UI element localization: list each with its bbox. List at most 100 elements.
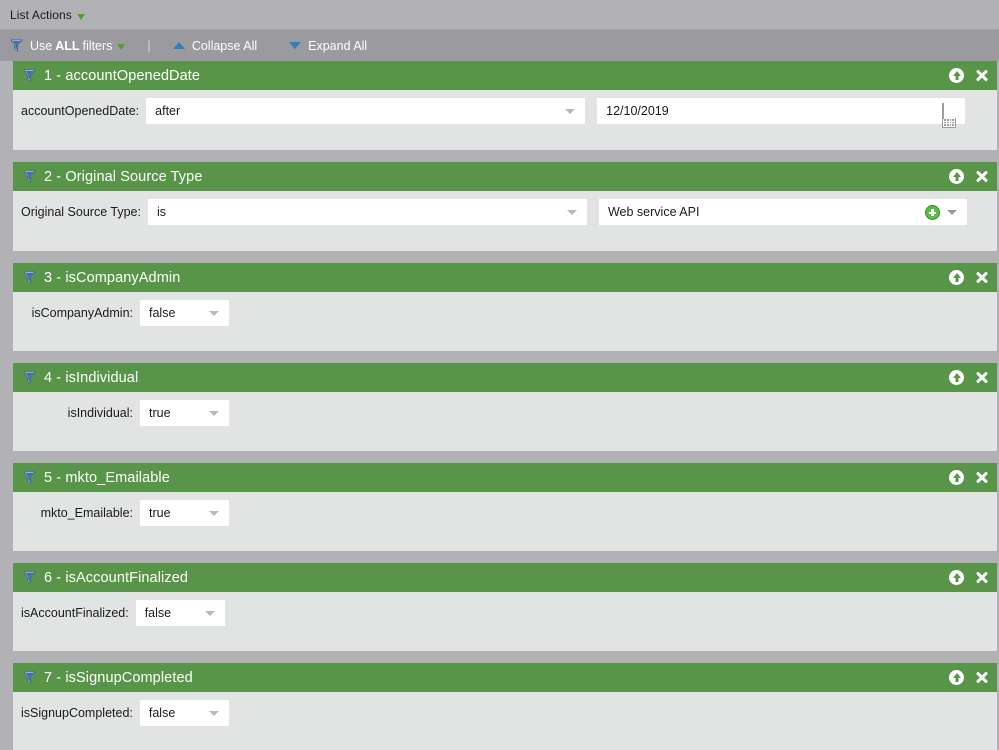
filter-date-value: 12/10/2019 <box>606 104 669 118</box>
filter-title: 1 - accountOpenedDate <box>44 67 201 84</box>
chevron-down-icon[interactable] <box>208 711 219 716</box>
chevron-down-icon[interactable] <box>209 411 219 416</box>
chevron-down-icon[interactable] <box>209 511 219 516</box>
use-filters-strong: ALL <box>55 38 80 53</box>
filter-field-label: mkto_Emailable: <box>40 506 133 520</box>
filter-field-label: isSignupCompleted: <box>21 706 133 720</box>
filter-value: Web service API <box>607 205 700 219</box>
filter-title: 4 - isIndividual <box>44 369 139 386</box>
filter-field-label: isIndividual: <box>67 406 133 420</box>
filter-boolean-select[interactable]: true <box>140 500 229 526</box>
filter-panel: 6 - isAccountFinalized isAccountFinalize… <box>13 563 997 651</box>
filters-toolbar: Use ALL filters | Collapse All Expand Al… <box>0 29 999 61</box>
toolbar-separator: | <box>147 38 151 53</box>
use-filters-caret-down-icon[interactable] <box>117 43 126 50</box>
filter-field-label: isAccountFinalized: <box>21 606 129 620</box>
move-up-icon[interactable] <box>949 670 964 685</box>
chevron-down-icon[interactable] <box>946 210 957 215</box>
filter-header-actions <box>949 570 989 585</box>
filter-row: accountOpenedDate: after 12/10/2019 <box>13 98 997 128</box>
filters-list: 1 - accountOpenedDate accountOpenedDate:… <box>0 61 999 750</box>
move-up-icon[interactable] <box>949 370 964 385</box>
use-filters-prefix: Use <box>30 38 53 53</box>
filter-operator-value: after <box>155 104 181 118</box>
remove-filter-icon[interactable] <box>974 670 989 685</box>
filter-panel-body: isSignupCompleted: false <box>13 692 997 750</box>
filter-boolean-select[interactable]: false <box>139 700 229 726</box>
filter-title: 3 - isCompanyAdmin <box>44 269 181 286</box>
filter-panel: 4 - isIndividual isIndividual: true <box>13 363 997 451</box>
filter-panel-header[interactable]: 2 - Original Source Type <box>13 162 997 191</box>
funnel-icon <box>23 671 37 684</box>
filter-panel-body: Original Source Type: is Web service API <box>13 191 997 251</box>
filter-boolean-select[interactable]: false <box>135 600 225 626</box>
filter-header-actions <box>949 68 989 83</box>
filter-title: 5 - mkto_Emailable <box>44 469 170 486</box>
remove-filter-icon[interactable] <box>974 270 989 285</box>
filter-panel-body: isAccountFinalized: false <box>13 592 997 651</box>
top-bar: List Actions <box>0 0 999 29</box>
move-up-icon[interactable] <box>949 169 964 184</box>
filter-panel-body: isCompanyAdmin: false <box>13 292 997 351</box>
funnel-icon <box>23 69 37 82</box>
remove-filter-icon[interactable] <box>974 169 989 184</box>
filter-row: isIndividual: true <box>13 400 997 426</box>
list-actions-label: List Actions <box>10 7 72 22</box>
use-all-filters-button[interactable]: Use ALL filters <box>10 38 126 53</box>
filter-panel-body: mkto_Emailable: true <box>13 492 997 551</box>
filter-title: 7 - isSignupCompleted <box>44 669 193 686</box>
move-up-icon[interactable] <box>949 570 964 585</box>
filter-header-actions <box>949 270 989 285</box>
chevron-down-icon[interactable] <box>565 109 576 114</box>
filter-header-actions <box>949 169 989 184</box>
filter-operator-select[interactable]: after <box>146 98 586 124</box>
filter-field-label: isCompanyAdmin: <box>31 306 133 320</box>
filter-panel-header[interactable]: 1 - accountOpenedDate <box>13 61 997 90</box>
remove-filter-icon[interactable] <box>974 370 989 385</box>
filter-header-actions <box>949 670 989 685</box>
filter-field-label: accountOpenedDate: <box>21 104 140 118</box>
filter-panel: 3 - isCompanyAdmin isCompanyAdmin: false <box>13 263 997 351</box>
filter-panel-body: isIndividual: true <box>13 392 997 451</box>
remove-filter-icon[interactable] <box>974 570 989 585</box>
filter-panel-header[interactable]: 5 - mkto_Emailable <box>13 463 997 492</box>
list-actions-menu[interactable]: List Actions <box>10 8 85 22</box>
filter-panel-header[interactable]: 7 - isSignupCompleted <box>13 663 997 692</box>
chevron-down-icon[interactable] <box>566 210 577 215</box>
filter-header-actions <box>949 470 989 485</box>
chevron-down-icon[interactable] <box>204 611 215 616</box>
collapse-all-button[interactable]: Collapse All <box>172 38 258 53</box>
move-up-icon[interactable] <box>949 68 964 83</box>
triangle-up-icon <box>172 42 185 49</box>
filter-row: isAccountFinalized: false <box>13 600 997 626</box>
move-up-icon[interactable] <box>949 270 964 285</box>
collapse-all-label: Collapse All <box>191 38 258 53</box>
expand-all-button[interactable]: Expand All <box>289 39 367 53</box>
calendar-icon[interactable] <box>942 103 957 128</box>
expand-all-label: Expand All <box>308 38 368 53</box>
add-value-icon[interactable] <box>924 205 940 220</box>
chevron-down-icon[interactable] <box>209 311 219 316</box>
filter-operator-value: is <box>156 205 167 219</box>
filter-row: isSignupCompleted: false <box>13 700 997 726</box>
funnel-icon <box>23 271 37 284</box>
remove-filter-icon[interactable] <box>974 68 989 83</box>
filter-boolean-value: true <box>149 506 171 520</box>
filter-operator-select[interactable]: is <box>147 199 587 225</box>
filter-date-input[interactable]: 12/10/2019 <box>597 98 966 128</box>
filter-panel-header[interactable]: 3 - isCompanyAdmin <box>13 263 997 292</box>
filter-boolean-select[interactable]: false <box>140 300 229 326</box>
move-up-icon[interactable] <box>949 470 964 485</box>
filter-boolean-value: false <box>144 606 172 620</box>
filter-panel-header[interactable]: 4 - isIndividual <box>13 363 997 392</box>
filter-value-multiselect[interactable]: Web service API <box>598 199 967 225</box>
filter-row: mkto_Emailable: true <box>13 500 997 526</box>
caret-down-green-icon[interactable] <box>76 13 85 20</box>
filter-panel-header[interactable]: 6 - isAccountFinalized <box>13 563 997 592</box>
funnel-icon <box>23 371 37 384</box>
filter-boolean-value: true <box>149 406 171 420</box>
remove-filter-icon[interactable] <box>974 470 989 485</box>
filter-boolean-select[interactable]: true <box>140 400 229 426</box>
filter-boolean-value: false <box>148 706 176 720</box>
filter-title: 6 - isAccountFinalized <box>44 569 189 586</box>
